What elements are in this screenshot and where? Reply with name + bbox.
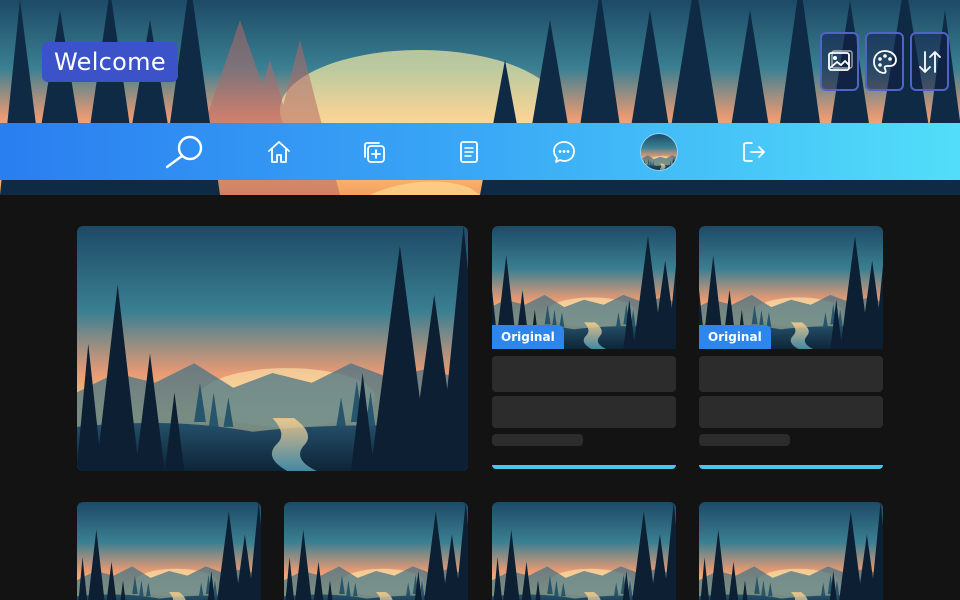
theme-palette-button[interactable] bbox=[865, 32, 904, 91]
wallpaper-card[interactable]: Original bbox=[492, 226, 676, 471]
main-navbar bbox=[0, 123, 960, 180]
card-accent-line bbox=[492, 465, 676, 469]
card-thumbnail[interactable]: Original bbox=[699, 226, 883, 349]
subtitle-placeholder bbox=[699, 396, 883, 428]
original-badge: Original bbox=[699, 325, 771, 349]
meta-placeholder bbox=[492, 434, 583, 446]
sort-arrows-icon bbox=[918, 50, 941, 73]
logout-icon bbox=[743, 141, 765, 162]
add-copy-icon bbox=[364, 141, 385, 163]
featured-wallpaper[interactable] bbox=[77, 226, 468, 471]
meta-placeholder bbox=[699, 434, 790, 446]
wallpaper-thumbnail[interactable] bbox=[699, 502, 883, 600]
nav-messages[interactable] bbox=[551, 139, 577, 165]
search-icon bbox=[165, 135, 203, 168]
title-placeholder bbox=[699, 356, 883, 392]
sort-button[interactable] bbox=[910, 32, 949, 91]
nav-search[interactable] bbox=[163, 134, 209, 170]
title-placeholder bbox=[492, 356, 676, 392]
nav-create[interactable] bbox=[361, 139, 387, 165]
nav-home[interactable] bbox=[266, 139, 292, 165]
change-background-button[interactable] bbox=[820, 32, 859, 91]
welcome-label: Welcome bbox=[42, 42, 178, 82]
nav-documents[interactable] bbox=[456, 139, 482, 165]
document-icon bbox=[460, 140, 478, 163]
wallpaper-thumbnail[interactable] bbox=[77, 502, 261, 600]
palette-icon bbox=[872, 49, 897, 74]
subtitle-placeholder bbox=[492, 396, 676, 428]
image-icon bbox=[827, 49, 853, 71]
nav-logout[interactable] bbox=[741, 139, 767, 165]
wallpaper-thumbnail[interactable] bbox=[492, 502, 676, 600]
card-accent-line bbox=[699, 465, 883, 469]
nav-profile[interactable] bbox=[640, 132, 678, 171]
wallpaper-thumbnail[interactable] bbox=[284, 502, 468, 600]
card-thumbnail[interactable]: Original bbox=[492, 226, 676, 349]
home-icon bbox=[268, 140, 290, 163]
wallpaper-card[interactable]: Original bbox=[699, 226, 883, 471]
header-actions bbox=[820, 32, 949, 91]
original-badge: Original bbox=[492, 325, 564, 349]
chat-icon bbox=[553, 140, 575, 163]
avatar bbox=[640, 132, 678, 171]
